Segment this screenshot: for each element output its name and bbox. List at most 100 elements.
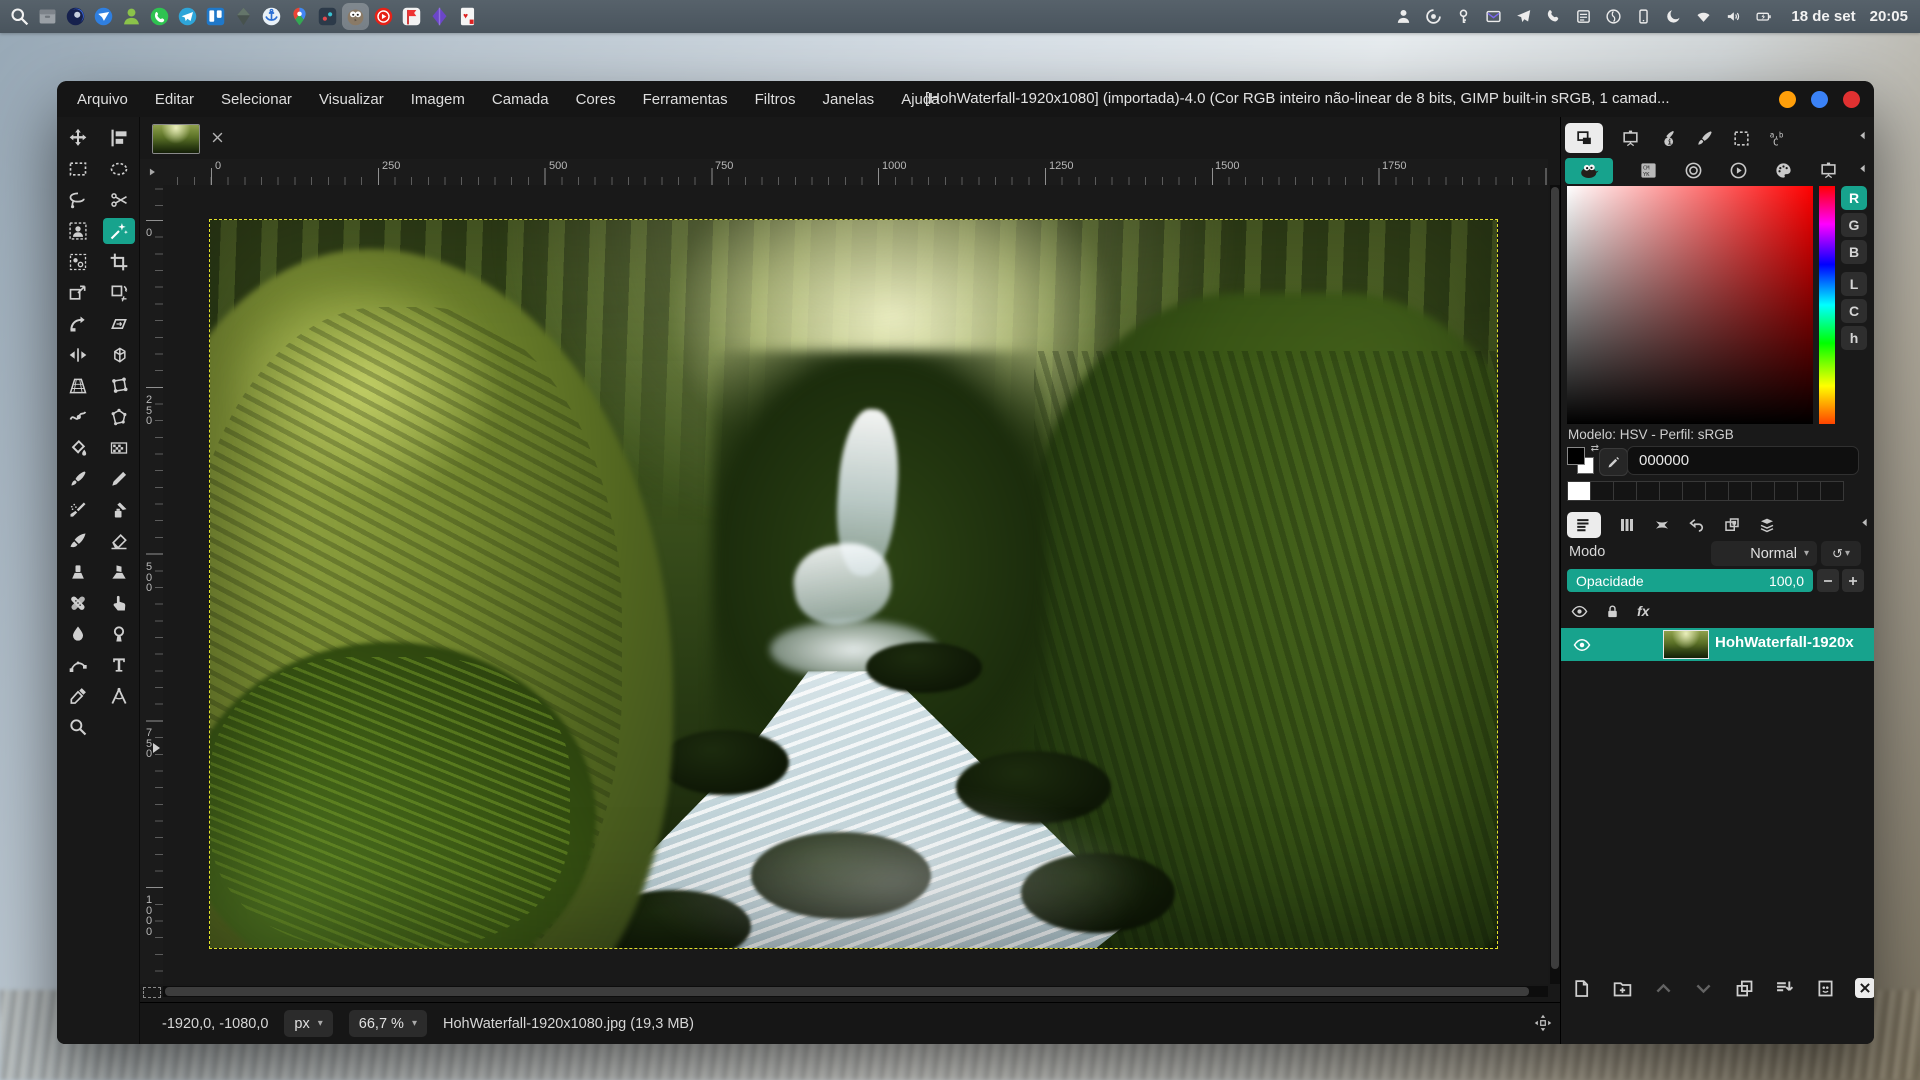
close-image-icon[interactable] <box>210 130 225 145</box>
color-history-swatch-empty[interactable] <box>1590 481 1614 501</box>
activity-icon[interactable] <box>1605 8 1622 25</box>
tab-images[interactable] <box>1723 516 1741 534</box>
color-history-swatch-white[interactable] <box>1567 481 1591 501</box>
horizontal-scrollbar[interactable] <box>163 986 1548 997</box>
tool-scissors-select[interactable] <box>103 187 135 213</box>
tab-brush-editor[interactable]: i <box>1658 129 1677 148</box>
menu-imagem[interactable]: Imagem <box>411 91 465 108</box>
mode-reset-button[interactable]: ↺▾ <box>1821 541 1861 566</box>
menu-cores[interactable]: Cores <box>576 91 616 108</box>
tab-history[interactable] <box>1688 516 1706 534</box>
channel-button-G[interactable]: G <box>1841 213 1867 237</box>
tab-layers[interactable] <box>1567 512 1601 538</box>
menu-camada[interactable]: Camada <box>492 91 549 108</box>
menu-arquivo[interactable]: Arquivo <box>77 91 128 108</box>
collapse-panel-icon[interactable] <box>1858 516 1871 534</box>
whatsapp-tray-icon[interactable] <box>1545 8 1562 25</box>
saturation-value-square[interactable] <box>1567 186 1813 424</box>
tab-scales[interactable] <box>1819 161 1838 180</box>
tool-eraser[interactable] <box>103 528 135 554</box>
sync-icon[interactable] <box>1425 8 1442 25</box>
mail-icon[interactable] <box>1485 8 1502 25</box>
canvas-viewport[interactable] <box>163 185 1548 984</box>
tool-foreground-select[interactable] <box>62 218 94 244</box>
color-history-swatch-empty[interactable] <box>1797 481 1821 501</box>
menu-editar[interactable]: Editar <box>155 91 194 108</box>
wifi-icon[interactable] <box>1695 8 1712 25</box>
zoom-dropdown[interactable]: 66,7 % ▾ <box>349 1010 427 1037</box>
vertical-ruler[interactable]: 02 5 05 0 07 5 01 0 0 0 <box>140 185 164 984</box>
tool-rectangle-select[interactable] <box>62 156 94 182</box>
visibility-eye-icon[interactable] <box>1571 603 1588 620</box>
phone-link-icon[interactable] <box>1635 8 1652 25</box>
dock-app-darktable[interactable] <box>317 6 338 27</box>
tool-fuzzy-select[interactable] <box>103 218 135 244</box>
tool-scale[interactable] <box>62 280 94 306</box>
color-history-swatch-empty[interactable] <box>1636 481 1660 501</box>
battery-icon[interactable] <box>1755 8 1772 25</box>
tool-shear[interactable] <box>103 311 135 337</box>
tool-move[interactable] <box>62 125 94 151</box>
tab-patterns[interactable] <box>1732 129 1751 148</box>
color-history-swatch-empty[interactable] <box>1682 481 1706 501</box>
tool-transform-3d[interactable] <box>103 342 135 368</box>
tool-paths[interactable] <box>62 652 94 678</box>
channel-button-h[interactable]: h <box>1841 326 1867 350</box>
gimp-titlebar[interactable]: ArquivoEditarSelecionarVisualizarImagemC… <box>57 81 1874 118</box>
tool-bucket-fill[interactable] <box>62 435 94 461</box>
tool-perspective[interactable] <box>62 373 94 399</box>
color-history-swatch-empty[interactable] <box>1705 481 1729 501</box>
new-group-button[interactable] <box>1612 977 1634 999</box>
collapse-panel-icon[interactable] <box>1856 162 1869 180</box>
tool-warp-transform[interactable] <box>62 404 94 430</box>
window-minimize-button[interactable] <box>1779 91 1796 108</box>
clipboard-icon[interactable] <box>1575 8 1592 25</box>
new-layer-button[interactable] <box>1571 977 1593 999</box>
keyring-icon[interactable] <box>1455 8 1472 25</box>
collapse-panel-icon[interactable] <box>1856 129 1869 147</box>
dock-app-firefox[interactable] <box>65 6 86 27</box>
quick-mask-toggle[interactable] <box>143 987 161 998</box>
menu-selecionar[interactable]: Selecionar <box>221 91 292 108</box>
dock-app-maps[interactable] <box>289 6 310 27</box>
tab-wheel[interactable] <box>1729 161 1748 180</box>
volume-icon[interactable] <box>1725 8 1742 25</box>
channel-button-L[interactable]: L <box>1841 272 1867 296</box>
menu-janelas[interactable]: Janelas <box>822 91 874 108</box>
tab-fonts[interactable]: a,bC <box>1769 129 1788 148</box>
dock-app-gimp[interactable] <box>345 6 366 27</box>
horizontal-scrollbar-thumb[interactable] <box>165 987 1529 996</box>
layer-visibility-eye-icon[interactable] <box>1573 636 1591 654</box>
canvas-menu-button[interactable] <box>140 159 163 186</box>
dock-app-kite-dark[interactable] <box>233 6 254 27</box>
canvas-image[interactable] <box>210 220 1497 948</box>
window-maximize-button[interactable] <box>1811 91 1828 108</box>
hex-color-input[interactable]: 000000 <box>1627 446 1859 475</box>
tab-tool-options[interactable] <box>1565 123 1603 153</box>
add-mask-button[interactable] <box>1815 977 1837 999</box>
window-close-button[interactable] <box>1843 91 1860 108</box>
tool-gradient[interactable] <box>103 435 135 461</box>
account-icon[interactable] <box>1395 8 1412 25</box>
tool-perspective-clone[interactable] <box>103 559 135 585</box>
opacity-increase-button[interactable] <box>1842 569 1864 592</box>
tool-measure[interactable] <box>103 683 135 709</box>
color-history-swatch-empty[interactable] <box>1820 481 1844 501</box>
effects-fx-icon[interactable]: fx <box>1637 603 1649 619</box>
hue-strip[interactable] <box>1819 186 1835 424</box>
tool-handle-transform[interactable] <box>103 373 135 399</box>
dock-app-trello[interactable] <box>205 6 226 27</box>
vertical-scrollbar-thumb[interactable] <box>1551 187 1559 969</box>
tool-cage-transform[interactable] <box>103 404 135 430</box>
dock-app-solitaire[interactable]: ♥ <box>457 6 478 27</box>
tool-unified-transform[interactable] <box>103 280 135 306</box>
tool-paintbrush[interactable] <box>62 466 94 492</box>
dock-app-telegram[interactable] <box>177 6 198 27</box>
menu-filtros[interactable]: Filtros <box>755 91 796 108</box>
raise-layer-button[interactable] <box>1652 977 1674 999</box>
fg-bg-color-swatch[interactable]: ⇄ <box>1567 447 1597 477</box>
dock-app-flag-app[interactable] <box>401 6 422 27</box>
canvas-navigation-button[interactable] <box>1532 1012 1554 1034</box>
tab-brushes[interactable] <box>1695 129 1714 148</box>
dock-app-contacts[interactable] <box>121 6 142 27</box>
